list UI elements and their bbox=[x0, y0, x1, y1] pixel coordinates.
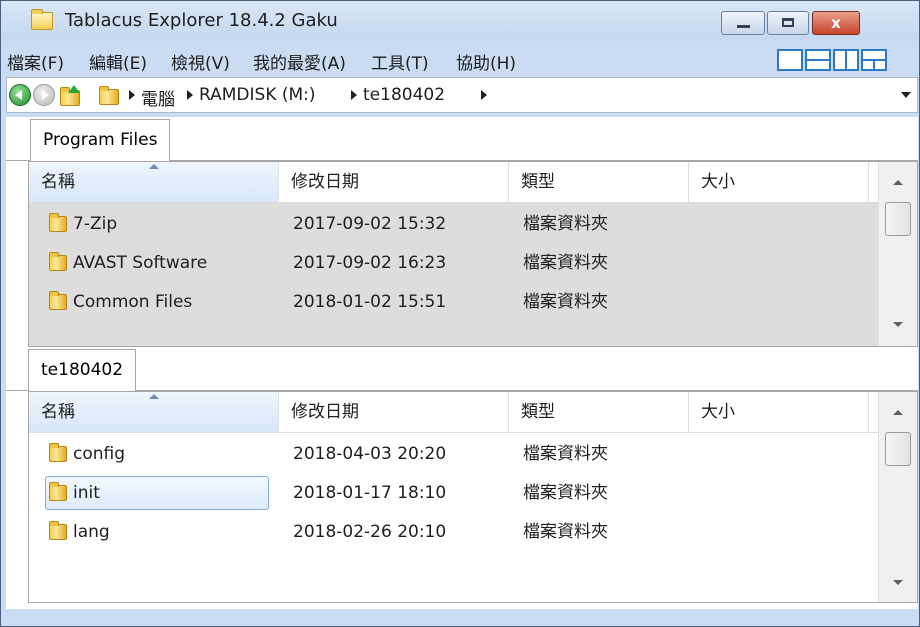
folder-icon bbox=[49, 252, 67, 271]
breadcrumb-ramdisk[interactable]: RAMDISK (M:) bbox=[199, 85, 316, 105]
column-modified[interactable]: 修改日期 bbox=[279, 392, 509, 432]
close-button[interactable]: x bbox=[812, 11, 860, 35]
column-size[interactable]: 大小 bbox=[689, 162, 869, 202]
column-name[interactable]: 名稱 bbox=[29, 162, 279, 202]
item-type: 檔案資料夾 bbox=[523, 483, 608, 503]
file-list: 名稱 修改日期 類型 大小 7-Zip 2017-09-02 15:32 檔案資… bbox=[28, 161, 918, 347]
menu-tools[interactable]: 工具(T) bbox=[371, 49, 429, 74]
menu-bar: 檔案(F) 編輯(E) 檢視(V) 我的最愛(A) 工具(T) 協助(H) bbox=[1, 41, 919, 77]
item-name: lang bbox=[73, 522, 110, 542]
tab-te180402[interactable]: te180402 bbox=[28, 349, 137, 391]
tab-strip: Program Files bbox=[6, 117, 918, 161]
scroll-down-icon[interactable] bbox=[893, 322, 903, 327]
window-title: Tablacus Explorer 18.4.2 Gaku bbox=[65, 10, 338, 31]
scroll-down-icon[interactable] bbox=[893, 580, 903, 585]
scroll-up-icon[interactable] bbox=[893, 410, 903, 415]
menu-favorites[interactable]: 我的最愛(A) bbox=[253, 49, 346, 74]
up-arrow-icon bbox=[68, 85, 80, 93]
item-type: 檔案資料夾 bbox=[523, 214, 608, 234]
forward-icon[interactable] bbox=[33, 84, 55, 106]
tab-program-files[interactable]: Program Files bbox=[30, 119, 171, 161]
menu-edit[interactable]: 編輯(E) bbox=[89, 49, 147, 74]
app-window: Tablacus Explorer 18.4.2 Gaku x 檔案(F) 編輯… bbox=[0, 0, 920, 627]
horizontal-split-icon[interactable] bbox=[805, 49, 831, 71]
column-name-label: 名稱 bbox=[41, 172, 75, 192]
item-name: AVAST Software bbox=[73, 253, 208, 273]
item-name: 7-Zip bbox=[73, 214, 118, 234]
breadcrumb-arrow-icon[interactable] bbox=[481, 90, 487, 100]
sort-ascending-icon bbox=[149, 394, 159, 399]
folder-icon bbox=[49, 521, 67, 540]
list-item[interactable]: lang 2018-02-26 20:10 檔案資料夾 bbox=[29, 512, 879, 552]
folder-icon bbox=[49, 443, 67, 462]
list-header: 名稱 修改日期 類型 大小 bbox=[29, 392, 917, 433]
list-item[interactable]: AVAST Software 2017-09-02 16:23 檔案資料夾 bbox=[29, 243, 879, 283]
item-name: init bbox=[73, 483, 100, 503]
pane-top: Program Files 名稱 修改日期 類型 大小 7-Zip 2017-0… bbox=[6, 117, 918, 347]
item-type: 檔案資料夾 bbox=[523, 444, 608, 464]
scroll-thumb[interactable] bbox=[885, 202, 911, 236]
column-name-label: 名稱 bbox=[41, 402, 75, 422]
close-icon: x bbox=[831, 14, 841, 32]
breadcrumb-arrow-icon[interactable] bbox=[129, 90, 135, 100]
item-modified: 2018-01-17 18:10 bbox=[293, 483, 447, 503]
item-name: Common Files bbox=[73, 292, 193, 312]
vertical-split-icon[interactable] bbox=[833, 49, 859, 71]
item-type: 檔案資料夾 bbox=[523, 522, 608, 542]
list-item[interactable]: Common Files 2018-01-02 15:51 檔案資料夾 bbox=[29, 282, 879, 322]
maximize-button[interactable] bbox=[767, 11, 809, 35]
up-folder-icon[interactable] bbox=[59, 83, 83, 107]
item-type: 檔案資料夾 bbox=[523, 292, 608, 312]
item-modified: 2018-01-02 15:51 bbox=[293, 292, 447, 312]
item-name: config bbox=[73, 444, 126, 464]
single-pane-icon[interactable] bbox=[777, 49, 803, 71]
list-item-selected[interactable]: init 2018-01-17 18:10 檔案資料夾 bbox=[29, 473, 879, 513]
item-type: 檔案資料夾 bbox=[523, 253, 608, 273]
minimize-button[interactable] bbox=[721, 11, 765, 35]
scroll-up-icon[interactable] bbox=[893, 180, 903, 185]
folder-icon bbox=[49, 291, 67, 310]
menu-file[interactable]: 檔案(F) bbox=[7, 49, 64, 74]
column-size[interactable]: 大小 bbox=[689, 392, 869, 432]
folder-icon bbox=[99, 86, 119, 105]
item-modified: 2017-09-02 15:32 bbox=[293, 214, 447, 234]
title-bar[interactable]: Tablacus Explorer 18.4.2 Gaku x bbox=[1, 1, 919, 41]
list-item[interactable]: 7-Zip 2017-09-02 15:32 檔案資料夾 bbox=[29, 204, 879, 244]
folder-icon bbox=[49, 213, 67, 232]
list-item[interactable]: config 2018-04-03 20:20 檔案資料夾 bbox=[29, 434, 879, 474]
app-folder-icon bbox=[31, 9, 53, 30]
item-modified: 2017-09-02 16:23 bbox=[293, 253, 447, 273]
menu-view[interactable]: 檢視(V) bbox=[171, 49, 230, 74]
folder-icon bbox=[49, 482, 67, 501]
sort-ascending-icon bbox=[149, 164, 159, 169]
column-type[interactable]: 類型 bbox=[509, 162, 689, 202]
column-modified[interactable]: 修改日期 bbox=[279, 162, 509, 202]
back-icon[interactable] bbox=[9, 84, 31, 106]
vertical-scrollbar[interactable] bbox=[878, 392, 917, 602]
item-modified: 2018-02-26 20:10 bbox=[293, 522, 447, 542]
column-type[interactable]: 類型 bbox=[509, 392, 689, 432]
column-name[interactable]: 名稱 bbox=[29, 392, 279, 432]
menu-help[interactable]: 協助(H) bbox=[456, 49, 516, 74]
pane-bottom: te180402 名稱 修改日期 類型 大小 config 2018-04-03… bbox=[6, 347, 918, 609]
address-bar[interactable]: 電腦 RAMDISK (M:) te180402 bbox=[6, 77, 918, 113]
item-modified: 2018-04-03 20:20 bbox=[293, 444, 447, 464]
file-list: 名稱 修改日期 類型 大小 config 2018-04-03 20:20 檔案… bbox=[28, 391, 918, 603]
scroll-thumb[interactable] bbox=[885, 432, 911, 466]
breadcrumb-computer[interactable]: 電腦 bbox=[141, 85, 175, 110]
breadcrumb-arrow-icon[interactable] bbox=[351, 90, 357, 100]
breadcrumb-arrow-icon[interactable] bbox=[187, 90, 193, 100]
tab-strip: te180402 bbox=[6, 347, 918, 391]
breadcrumb-te180402[interactable]: te180402 bbox=[363, 85, 445, 105]
four-pane-icon[interactable] bbox=[861, 49, 887, 71]
address-dropdown-icon[interactable] bbox=[901, 92, 911, 98]
vertical-scrollbar[interactable] bbox=[878, 162, 917, 346]
list-header: 名稱 修改日期 類型 大小 bbox=[29, 162, 917, 203]
